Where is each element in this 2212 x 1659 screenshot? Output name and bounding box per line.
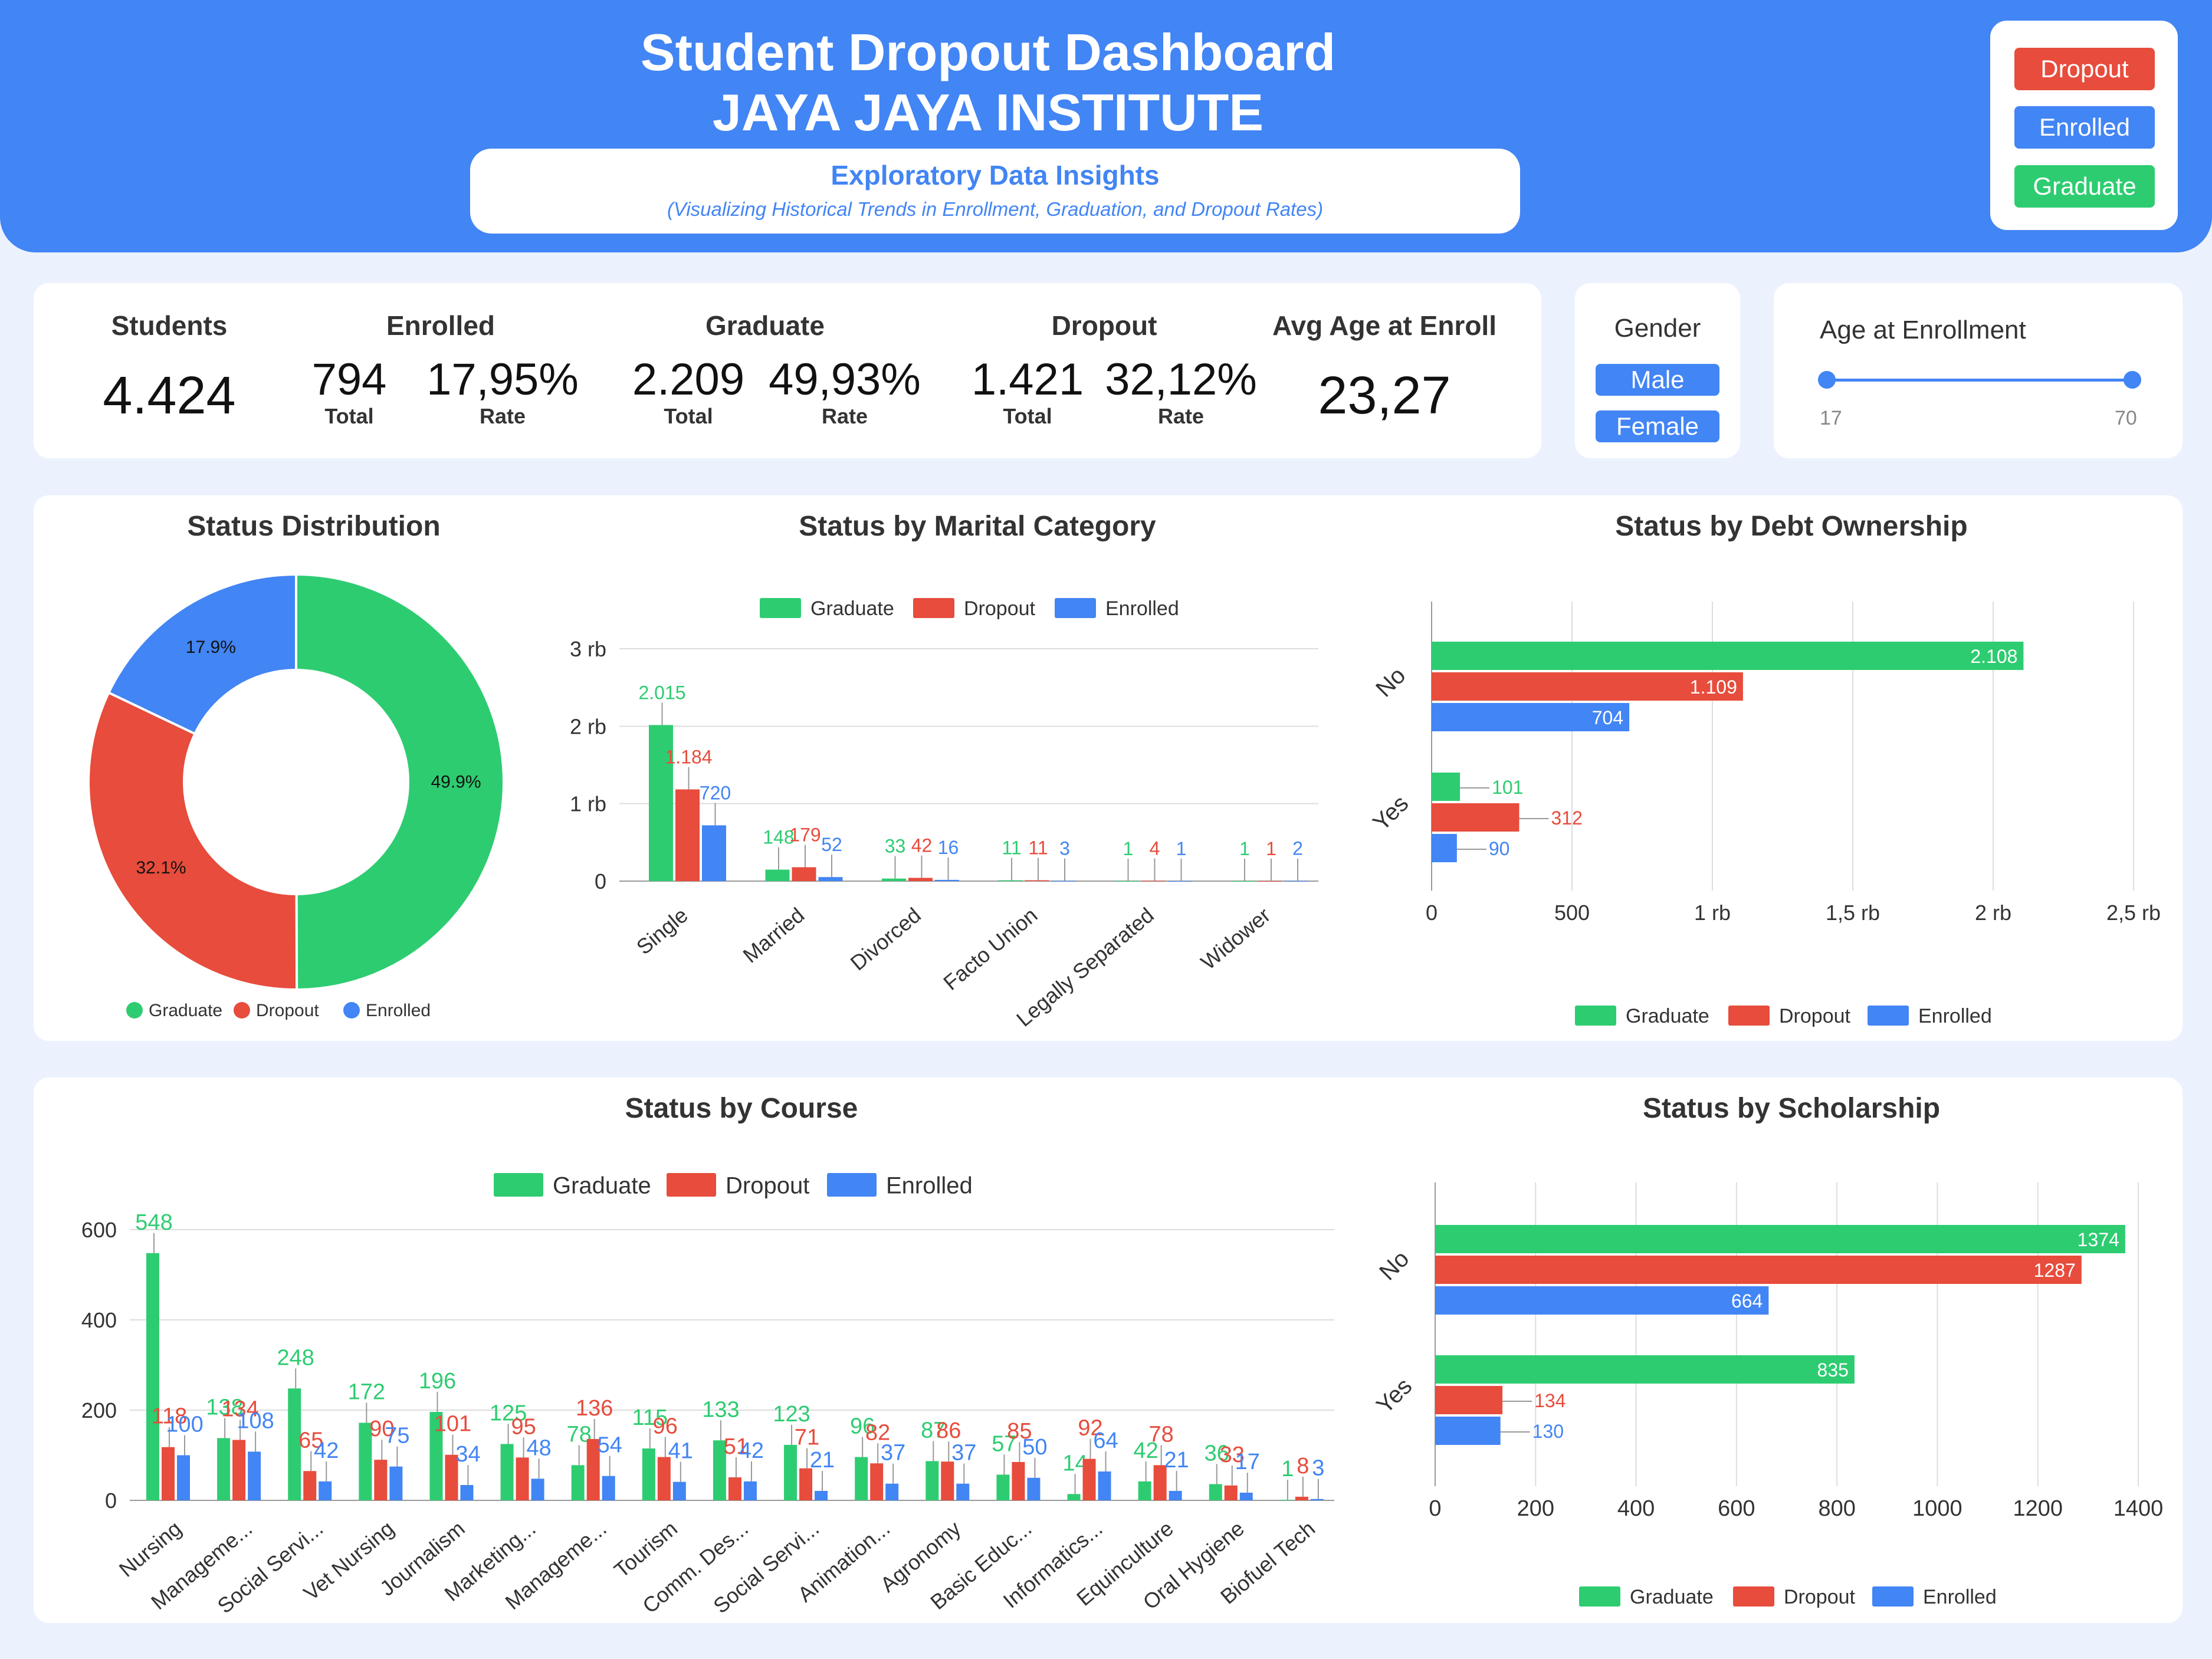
status-by-course-title: Status by Course xyxy=(625,1093,858,1124)
age-min-value: 17 xyxy=(1820,407,1842,429)
students-value: 4.424 xyxy=(103,366,236,425)
avg-age-value: 23,27 xyxy=(1318,366,1451,425)
students-label: Students xyxy=(111,310,228,341)
gender-label: Gender xyxy=(1614,314,1701,343)
enrolled-total-label: Total xyxy=(324,404,374,428)
age-slider-max-handle[interactable] xyxy=(2124,371,2141,389)
graduate-total-label: Total xyxy=(664,404,713,428)
status-by-debt-title: Status by Debt Ownership xyxy=(1615,511,1968,542)
legend-dropout-button[interactable]: Dropout xyxy=(2014,48,2155,90)
age-filter-label: Age at Enrollment xyxy=(1820,316,2026,344)
graduate-total: 2.209 xyxy=(632,354,745,405)
enrolled-rate: 17,95% xyxy=(426,354,579,405)
enrolled-total: 794 xyxy=(311,354,387,405)
header-banner: Student Dropout Dashboard JAYA JAYA INST… xyxy=(0,0,2212,252)
age-filter-card: Age at Enrollment 17 70 xyxy=(1774,283,2183,458)
avg-age-label: Avg Age at Enroll xyxy=(1272,310,1496,341)
legend-graduate-button[interactable]: Graduate xyxy=(2014,165,2155,208)
institute-title: JAYA JAYA INSTITUTE xyxy=(712,83,1264,142)
dropout-rate-label: Rate xyxy=(1157,404,1205,428)
insight-subtitle: (Visualizing Historical Trends in Enroll… xyxy=(667,198,1324,220)
insight-title: Exploratory Data Insights xyxy=(831,160,1160,190)
bottom-charts-card: Status by Course Status by Scholarship xyxy=(34,1077,2183,1623)
kpi-card: Students 4.424 Enrolled 794 Total 17,95%… xyxy=(34,283,1541,458)
insight-box: Exploratory Data Insights (Visualizing H… xyxy=(470,149,1520,234)
graduate-rate-label: Rate xyxy=(821,404,868,428)
gender-filter-card: Gender Male Female xyxy=(1575,283,1740,458)
enrolled-rate-label: Rate xyxy=(479,404,526,428)
age-slider-min-handle[interactable] xyxy=(1818,371,1836,389)
status-by-marital-title: Status by Marital Category xyxy=(799,511,1156,542)
dropout-label: Dropout xyxy=(1051,310,1157,341)
gender-male-button[interactable]: Male xyxy=(1596,364,1719,396)
status-legend-panel: Dropout Enrolled Graduate xyxy=(1990,21,2178,230)
legend-enrolled-button[interactable]: Enrolled xyxy=(2014,106,2155,149)
enrolled-label: Enrolled xyxy=(386,310,495,341)
age-max-value: 70 xyxy=(2115,407,2137,429)
gender-female-button[interactable]: Female xyxy=(1596,410,1719,442)
dropout-rate: 32,12% xyxy=(1105,354,1257,405)
graduate-label: Graduate xyxy=(705,310,825,341)
page-title: Student Dropout Dashboard xyxy=(640,23,1336,81)
middle-charts-card: Status Distribution Status by Marital Ca… xyxy=(34,495,2183,1041)
status-by-scholarship-title: Status by Scholarship xyxy=(1642,1093,1941,1124)
status-distribution-title: Status Distribution xyxy=(187,511,441,542)
graduate-rate: 49,93% xyxy=(769,354,921,405)
age-slider-track[interactable] xyxy=(1827,379,2132,382)
